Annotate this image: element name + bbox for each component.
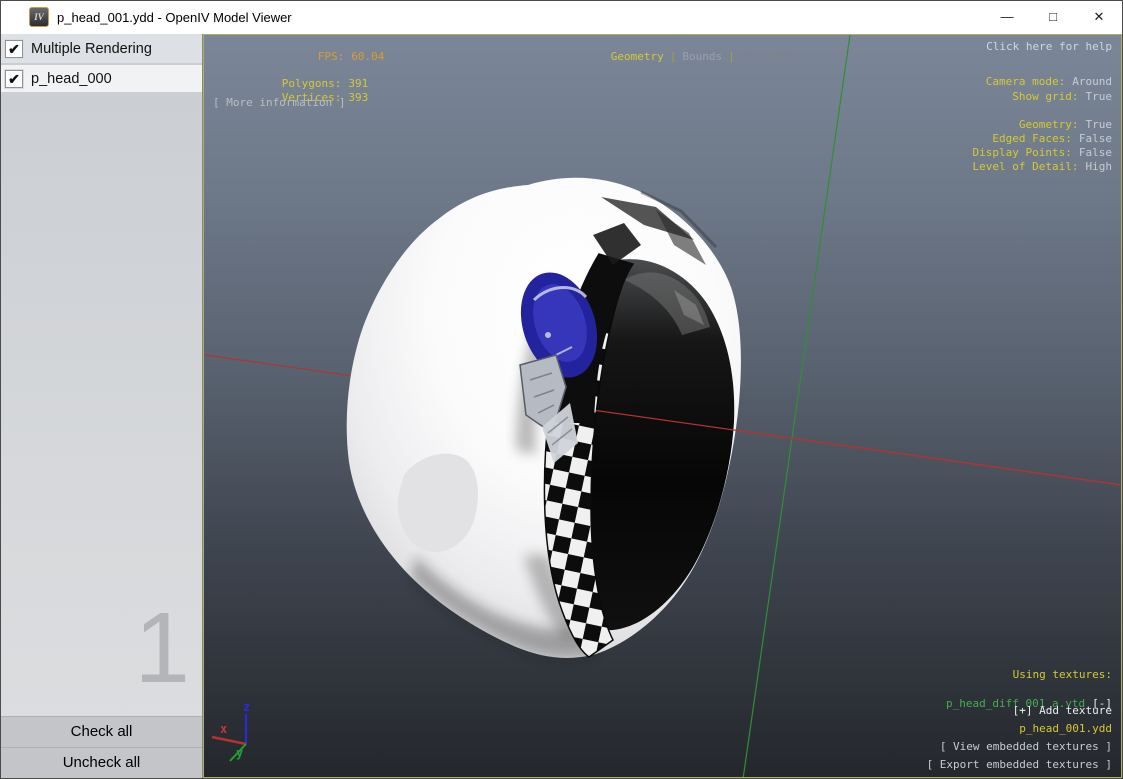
p-head-000-checkbox[interactable]: ✔ bbox=[5, 70, 23, 88]
tab-bounds[interactable]: Bounds bbox=[682, 50, 722, 63]
maximize-button[interactable]: □ bbox=[1030, 1, 1076, 33]
axis-gizmo: z x y bbox=[212, 700, 250, 761]
police-hat-model bbox=[347, 178, 741, 658]
view-embedded-textures-button[interactable]: [ View embedded textures ] bbox=[940, 741, 1112, 752]
check-all-button[interactable]: Check all bbox=[1, 716, 202, 747]
minimize-button[interactable]: — bbox=[984, 1, 1030, 33]
window-title: p_head_001.ydd - OpenIV Model Viewer bbox=[57, 10, 292, 25]
tab-geometry[interactable]: Geometry bbox=[611, 50, 664, 63]
multiple-rendering-label: Multiple Rendering bbox=[31, 41, 152, 57]
more-information-link[interactable]: [ More information ] bbox=[213, 97, 345, 108]
model-list-sidebar: ✔ Multiple Rendering ✔ p_head_000 1 Chec… bbox=[1, 34, 203, 778]
add-texture-button[interactable]: [+] Add texture bbox=[1013, 705, 1112, 716]
level-of-detail-setting: Level of Detail:High bbox=[933, 150, 1112, 183]
close-button[interactable]: ✕ bbox=[1076, 1, 1122, 33]
export-embedded-textures-button[interactable]: [ Export embedded textures ] bbox=[927, 759, 1112, 770]
render-mode-tabs: Geometry|Bounds|Skeleton bbox=[571, 40, 794, 73]
axis-gizmo-x-label: x bbox=[220, 722, 227, 736]
axis-gizmo-x-line bbox=[212, 737, 246, 744]
window-controls: — □ ✕ bbox=[984, 1, 1122, 33]
multiple-rendering-checkbox[interactable]: ✔ bbox=[5, 40, 23, 58]
p-head-000-label: p_head_000 bbox=[31, 71, 112, 87]
openiv-app-icon: IV bbox=[29, 7, 49, 27]
scene-z-grid-line bbox=[743, 35, 850, 778]
multiple-rendering-item[interactable]: ✔ Multiple Rendering bbox=[1, 34, 202, 63]
axis-gizmo-y-label: y bbox=[236, 746, 243, 760]
help-link[interactable]: Click here for help bbox=[986, 41, 1112, 52]
axis-gizmo-z-label: z bbox=[243, 700, 250, 714]
title-bar: IV p_head_001.ydd - OpenIV Model Viewer … bbox=[1, 1, 1122, 33]
model-file-name: p_head_001.ydd bbox=[1019, 723, 1112, 734]
model-count-watermark: 1 bbox=[134, 598, 190, 698]
openiv-model-viewer-window: IV p_head_001.ydd - OpenIV Model Viewer … bbox=[0, 0, 1123, 779]
using-textures-header: Using textures: bbox=[1013, 669, 1112, 680]
3d-viewport[interactable]: z x y FPS:60.04 Polygons:391 Vertices:39… bbox=[203, 34, 1122, 778]
model-item-p-head-000[interactable]: ✔ p_head_000 bbox=[1, 65, 202, 92]
uncheck-all-button[interactable]: Uncheck all bbox=[1, 747, 202, 778]
tab-skeleton[interactable]: Skeleton bbox=[741, 50, 794, 63]
